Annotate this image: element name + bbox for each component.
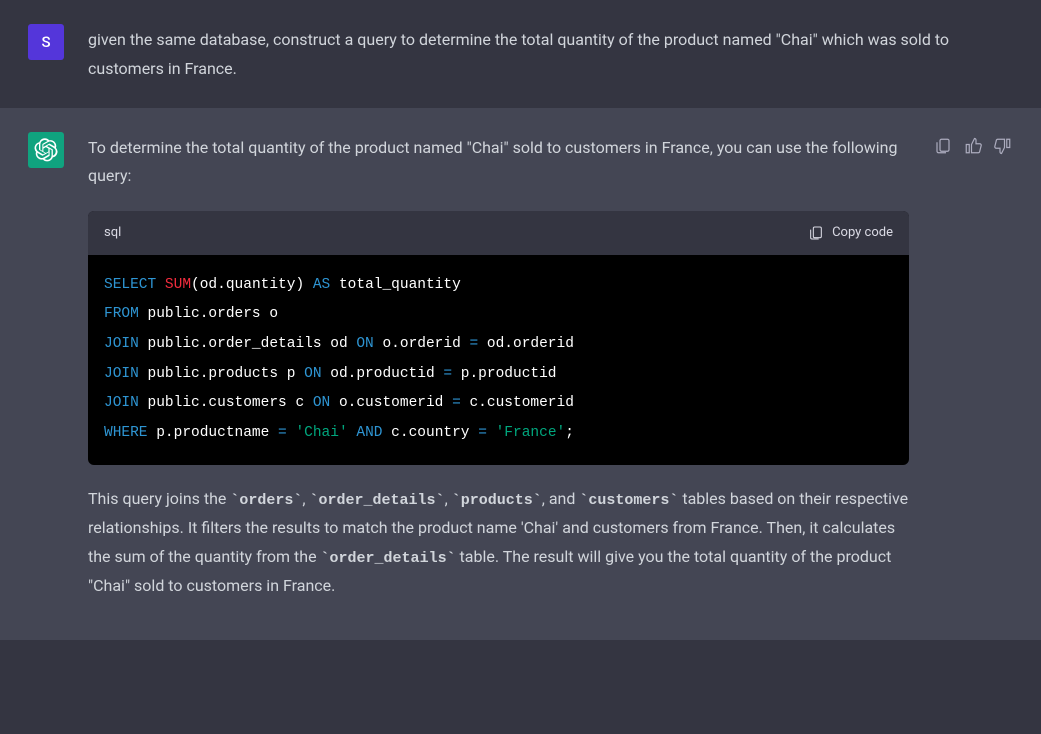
thumbs-down-button[interactable] [993,136,1013,156]
openai-logo-icon [34,138,58,162]
code-header: sql Copy code [88,211,909,254]
thumbs-up-button[interactable] [963,136,983,156]
inline-code-order-details-2: `order_details` [321,550,456,567]
message-actions [933,132,1013,617]
inline-code-products: `products` [452,492,542,509]
code-body[interactable]: SELECT SUM(od.quantity) AS total_quantit… [88,255,909,465]
assistant-avatar [28,132,64,168]
clipboard-icon [808,225,824,241]
user-avatar: S [28,24,64,60]
code-block: sql Copy code SELECT SUM(od.quantity) AS… [88,211,909,465]
clipboard-icon [934,137,952,155]
copy-code-label: Copy code [832,221,893,244]
user-message-row: S given the same database, construct a q… [0,0,1041,108]
user-message-text: given the same database, construct a que… [88,24,1013,84]
inline-code-order-details: `order_details` [310,492,445,509]
assistant-intro-text: To determine the total quantity of the p… [88,134,909,192]
assistant-message-row: To determine the total quantity of the p… [0,108,1041,641]
code-lang-label: sql [104,221,121,244]
copy-code-button[interactable]: Copy code [808,221,893,244]
inline-code-orders: `orders` [230,492,302,509]
thumbs-down-icon [994,137,1012,155]
assistant-message-content: To determine the total quantity of the p… [88,132,909,617]
inline-code-customers: `customers` [579,492,678,509]
assistant-explanation: This query joins the `orders`, `order_de… [88,485,909,601]
thumbs-up-icon [964,137,982,155]
copy-message-button[interactable] [933,136,953,156]
